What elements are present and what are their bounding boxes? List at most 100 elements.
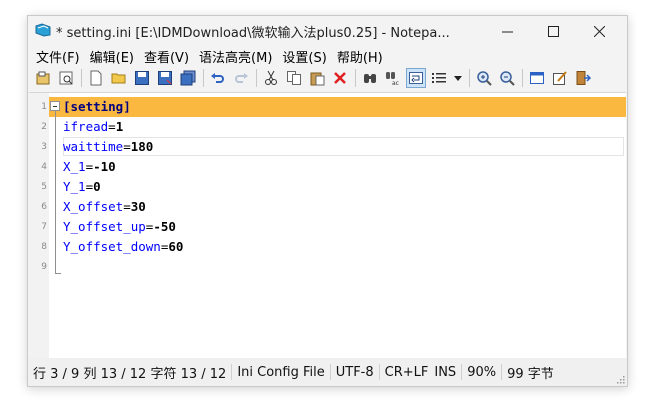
menu-settings[interactable]: 设置(S) (278, 47, 330, 66)
replace-button[interactable]: ac (383, 68, 403, 88)
maximize-icon (547, 25, 559, 37)
title-bar[interactable]: * setting.ini [E:\IDMDownload\微软输入法plus0… (28, 16, 627, 46)
cut-icon (265, 70, 277, 85)
list-dropdown-button[interactable] (452, 68, 464, 88)
editor-line: 2 ifread=1 (29, 117, 626, 137)
redo-icon (235, 73, 248, 83)
exit-icon (576, 71, 591, 85)
open-folder-button[interactable] (109, 68, 129, 88)
ini-value: 30 (130, 199, 146, 214)
save-button[interactable] (132, 68, 152, 88)
fold-toggle-icon[interactable] (50, 101, 60, 111)
word-wrap-icon (409, 72, 423, 84)
menu-edit[interactable]: 编辑(E) (86, 47, 138, 66)
zoom-out-icon (500, 71, 515, 86)
new-file-button[interactable] (86, 68, 106, 88)
open-folder-icon (111, 73, 126, 84)
ini-value: -50 (153, 219, 176, 234)
editor-line: 7 Y_offset_up=-50 (29, 217, 626, 237)
list-button[interactable] (429, 68, 449, 88)
status-separator (501, 364, 503, 380)
view-button[interactable] (527, 68, 547, 88)
status-line-ending[interactable]: CR+LF (382, 365, 432, 380)
zoom-in-button[interactable] (474, 68, 494, 88)
notepad-window: * setting.ini [E:\IDMDownload\微软输入法plus0… (27, 15, 628, 387)
open-recent-icon (59, 71, 73, 85)
list-icon (432, 73, 446, 83)
copy-icon (287, 71, 301, 85)
toolbar-separator (81, 69, 82, 87)
ini-key: X_offset (63, 199, 124, 214)
menu-view[interactable]: 查看(V) (140, 47, 193, 66)
status-separator (329, 364, 331, 380)
replace-icon: ac (386, 72, 399, 86)
menu-help[interactable]: 帮助(H) (333, 47, 387, 66)
status-syntax[interactable]: Ini Config File (234, 365, 327, 380)
editor-line: 8 Y_offset_down=60 (29, 237, 626, 257)
menu-syntax[interactable]: 语法高亮(M) (195, 47, 276, 66)
template-button[interactable] (33, 68, 53, 88)
toolbar: ac (28, 66, 627, 90)
editor-line: 6 X_offset=30 (29, 197, 626, 217)
find-icon (364, 74, 376, 83)
ini-value: -10 (93, 159, 116, 174)
text-editor[interactable]: 1 [setting] 2 ifread=1 3 waittime=180 4 … (29, 92, 626, 373)
paste-button[interactable] (307, 68, 327, 88)
find-button[interactable] (360, 68, 380, 88)
open-recent-button[interactable] (56, 68, 76, 88)
status-separator (378, 364, 380, 380)
status-file-size: 99 字节 (507, 366, 554, 382)
ini-key: waittime (63, 139, 124, 154)
redo-button[interactable] (231, 68, 251, 88)
ini-key: ifread (63, 119, 109, 134)
edit-scheme-icon (553, 71, 567, 85)
cut-button[interactable] (261, 68, 281, 88)
zoom-in-icon (477, 71, 492, 86)
toolbar-separator (355, 69, 356, 87)
line-number: 5 (41, 182, 47, 192)
line-text: Y_offset_down=60 (63, 239, 184, 254)
status-bar: 行 3 / 9 列 13 / 12 字符 13 / 12 Ini Config … (28, 358, 627, 386)
line-number: 1 (29, 97, 49, 117)
menu-file[interactable]: 文件(F) (32, 47, 84, 66)
minimize-button[interactable] (484, 16, 530, 46)
status-encoding[interactable]: UTF-8 (333, 365, 377, 380)
save-all-icon (180, 70, 196, 86)
ini-key: Y_1 (63, 179, 86, 194)
menu-bar: 文件(F) 编辑(E) 查看(V) 语法高亮(M) 设置(S) 帮助(H) (28, 46, 627, 66)
editor-line: 1 [setting] (29, 97, 626, 117)
ini-key: Y_offset_down (63, 239, 161, 254)
exit-button[interactable] (573, 68, 593, 88)
close-button[interactable] (576, 16, 622, 46)
section-header: [setting] (63, 99, 131, 114)
zoom-out-button[interactable] (497, 68, 517, 88)
status-insert-mode[interactable]: INS (431, 365, 459, 380)
close-icon (593, 25, 605, 37)
line-number: 4 (41, 162, 47, 172)
undo-button[interactable] (208, 68, 228, 88)
copy-button[interactable] (284, 68, 304, 88)
word-wrap-button[interactable] (406, 68, 426, 88)
paste-icon (310, 72, 325, 86)
line-text: Y_offset_up=-50 (63, 219, 176, 234)
resize-grip-icon[interactable] (616, 375, 625, 384)
save-as-button[interactable] (155, 68, 175, 88)
line-text: waittime=180 (63, 139, 154, 154)
status-zoom[interactable]: 90% (464, 365, 499, 380)
line-text: ifread=1 (63, 119, 124, 134)
save-all-button[interactable] (178, 68, 198, 88)
undo-icon (211, 73, 224, 83)
edit-scheme-button[interactable] (550, 68, 570, 88)
view-icon (530, 72, 544, 84)
status-separator (461, 364, 463, 380)
status-separator (231, 364, 233, 380)
delete-icon (334, 72, 346, 84)
editor-line: 5 Y_1=0 (29, 177, 626, 197)
maximize-button[interactable] (530, 16, 576, 46)
ini-value: 180 (130, 139, 154, 154)
toolbar-separator (203, 69, 204, 87)
delete-button[interactable] (330, 68, 350, 88)
minimize-icon (501, 31, 513, 32)
line-number: 6 (41, 202, 47, 212)
toolbar-separator (256, 69, 257, 87)
